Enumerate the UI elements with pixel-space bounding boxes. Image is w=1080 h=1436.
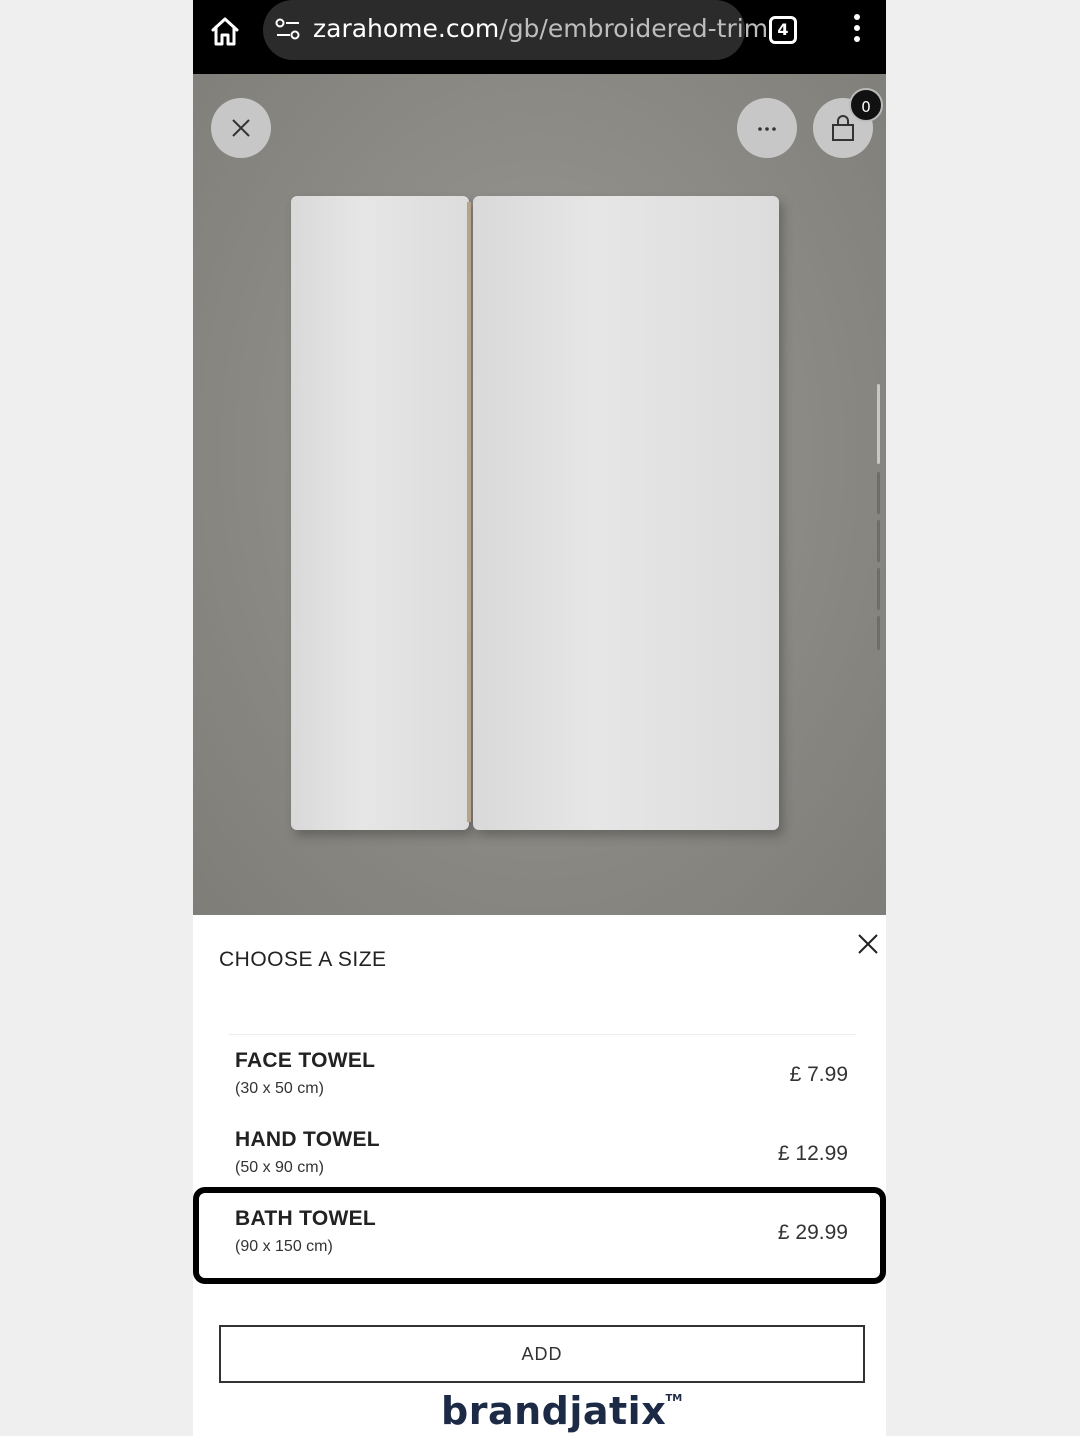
size-dimensions: (30 x 50 cm) — [235, 1080, 324, 1097]
size-sheet: CHOOSE A SIZE FACE TOWEL (30 x 50 cm) £ … — [193, 915, 886, 1436]
towel-fold-left — [291, 196, 469, 830]
more-horizontal-icon — [758, 127, 776, 131]
divider — [229, 1034, 856, 1035]
url-text: zarahome.com/gb/embroidered-trim — [313, 14, 768, 43]
size-price: £ 12.99 — [777, 1142, 848, 1165]
embroidered-trim — [467, 202, 471, 822]
home-icon[interactable] — [207, 13, 243, 49]
product-image: 0 — [193, 74, 886, 916]
size-price: £ 7.99 — [789, 1063, 848, 1086]
size-name: FACE TOWEL — [235, 1049, 376, 1072]
close-icon — [232, 119, 250, 137]
bag-count-badge: 0 — [849, 88, 883, 122]
size-option-face-towel[interactable]: FACE TOWEL (30 x 50 cm) £ 7.99 — [193, 1045, 886, 1124]
close-button[interactable] — [211, 98, 271, 158]
more-options-button[interactable] — [737, 98, 797, 158]
url-path: /gb/embroidered-trim — [499, 14, 769, 43]
sheet-title: CHOOSE A SIZE — [219, 948, 387, 971]
tab-switcher-button[interactable]: 4 — [769, 16, 797, 44]
size-name: HAND TOWEL — [235, 1128, 380, 1151]
watermark-text: brandjatix — [441, 1389, 667, 1433]
url-domain: zarahome.com — [313, 14, 500, 43]
watermark-tm: TM — [665, 1393, 683, 1404]
sheet-close-button[interactable] — [855, 931, 881, 957]
brand-watermark: brandjatix TM — [441, 1389, 682, 1435]
image-scroll-indicator — [877, 384, 881, 650]
add-button[interactable]: ADD — [219, 1325, 865, 1383]
address-bar[interactable]: zarahome.com/gb/embroidered-trim — [263, 0, 768, 60]
towel-photo — [291, 196, 781, 830]
selected-highlight — [193, 1187, 886, 1284]
close-icon — [858, 934, 878, 954]
towel-fold-right — [473, 196, 779, 830]
browser-menu-icon[interactable] — [845, 14, 869, 46]
site-settings-icon[interactable] — [275, 18, 301, 42]
phone-screen: zarahome.com/gb/embroidered-trim 4 0 CHO… — [193, 0, 886, 1436]
browser-toolbar: zarahome.com/gb/embroidered-trim 4 — [193, 0, 886, 74]
size-dimensions: (50 x 90 cm) — [235, 1159, 324, 1176]
